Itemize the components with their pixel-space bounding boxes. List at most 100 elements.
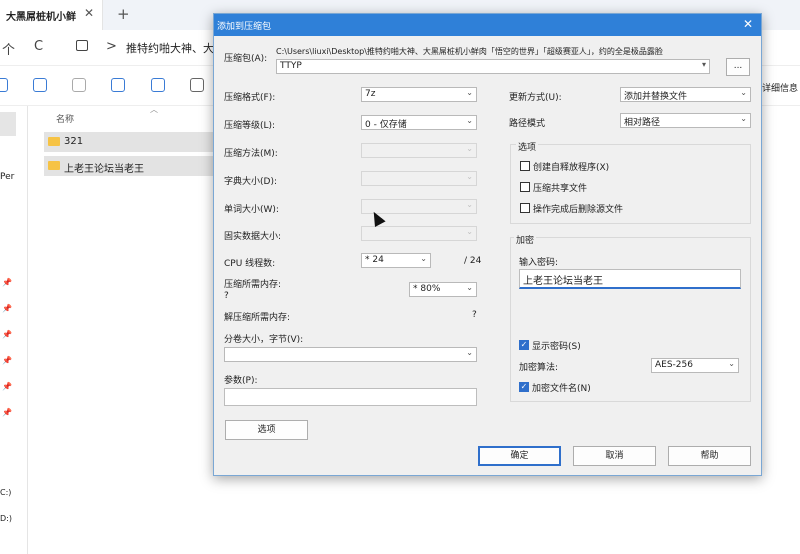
encrypt-names-checkbox[interactable]: ✓ bbox=[519, 382, 529, 392]
update-label: 更新方式(U): bbox=[509, 93, 562, 103]
chevron-down-icon: ⌄ bbox=[466, 172, 473, 181]
format-label: 压缩格式(F): bbox=[224, 93, 276, 103]
nav-selected-item[interactable] bbox=[0, 112, 16, 136]
cpu-value: * 24 bbox=[365, 255, 384, 265]
details-pane-button[interactable]: 详细信息 bbox=[762, 81, 798, 94]
method-label: 压缩方法(M): bbox=[224, 149, 278, 159]
encrypt-method-label: 加密算法: bbox=[519, 363, 559, 373]
copy-icon[interactable] bbox=[33, 78, 47, 92]
explorer-tab-title: 大黑屌桩机小鲜 bbox=[6, 12, 76, 23]
encrypt-method-value: AES-256 bbox=[655, 360, 693, 370]
pin-icon: 📌 bbox=[2, 382, 12, 391]
mem-decompress-label: 解压缩所需内存: bbox=[224, 313, 291, 323]
show-password-checkbox[interactable]: ✓ bbox=[519, 340, 529, 350]
update-value: 添加并替换文件 bbox=[624, 92, 688, 102]
sort-arrow-icon: ︿ bbox=[150, 105, 158, 114]
chevron-down-icon[interactable]: ▾ bbox=[702, 60, 706, 69]
pin-icon: 📌 bbox=[2, 278, 12, 287]
mem-compress-label: 压缩所需内存: bbox=[224, 280, 282, 290]
folder-icon bbox=[48, 137, 60, 146]
archive-name-combo[interactable]: TTYP ▾ bbox=[276, 59, 710, 74]
chevron-down-icon[interactable]: ⌄ bbox=[740, 88, 747, 97]
cut-icon[interactable] bbox=[0, 78, 8, 92]
cpu-label: CPU 线程数: bbox=[224, 259, 276, 269]
chevron-down-icon[interactable]: ⌄ bbox=[466, 348, 473, 357]
list-item[interactable]: 上老王论坛当老王 bbox=[44, 156, 219, 176]
level-select[interactable]: 0 - 仅存储 ⌄ bbox=[361, 115, 477, 130]
breadcrumb-path[interactable]: 推特约啪大神、大 bbox=[126, 40, 216, 56]
archive-path: C:\Users\liuxi\Desktop\推特约啪大神、大黑屌桩机小鲜肉「悟… bbox=[276, 47, 663, 56]
monitor-icon[interactable] bbox=[76, 40, 88, 51]
method-select: ⌄ bbox=[361, 143, 477, 158]
format-select[interactable]: 7z ⌄ bbox=[361, 87, 477, 102]
sfx-label[interactable]: 创建自释放程序(X) bbox=[533, 160, 609, 173]
level-value: 0 - 仅存储 bbox=[365, 120, 407, 130]
rename-icon[interactable] bbox=[111, 78, 125, 92]
share-icon[interactable] bbox=[151, 78, 165, 92]
mem-percent-value: * 80% bbox=[413, 284, 441, 294]
new-tab-icon[interactable]: + bbox=[117, 5, 130, 23]
encrypt-names-label[interactable]: 加密文件名(N) bbox=[532, 381, 591, 394]
cpu-select[interactable]: * 24 ⌄ bbox=[361, 253, 431, 268]
drive-c-label[interactable]: C:) bbox=[0, 488, 11, 497]
paste-icon[interactable] bbox=[72, 78, 86, 92]
mem-percent-select[interactable]: * 80% ⌄ bbox=[409, 282, 477, 297]
file-name: 上老王论坛当老王 bbox=[64, 164, 144, 175]
folder-icon bbox=[48, 161, 60, 170]
params-label: 参数(P): bbox=[224, 376, 258, 386]
delete-after-checkbox[interactable] bbox=[520, 203, 530, 213]
browse-button[interactable]: ... bbox=[726, 58, 750, 76]
shared-checkbox[interactable] bbox=[520, 182, 530, 192]
split-size-combo[interactable]: ⌄ bbox=[224, 347, 477, 362]
format-value: 7z bbox=[365, 89, 376, 99]
path-mode-label: 路径模式 bbox=[509, 119, 546, 129]
archive-label: 压缩包(A): bbox=[224, 54, 268, 64]
options-group-title: 选项 bbox=[516, 140, 539, 153]
dialog-titlebar[interactable]: 添加到压缩包 ✕ bbox=[214, 14, 761, 36]
explorer-tab[interactable]: 大黑屌桩机小鲜 ✕ bbox=[0, 0, 103, 30]
mem-compress-value: ? bbox=[224, 291, 229, 301]
shared-label[interactable]: 压缩共享文件 bbox=[533, 181, 587, 194]
delete-icon[interactable] bbox=[190, 78, 204, 92]
show-password-label[interactable]: 显示密码(S) bbox=[532, 339, 581, 352]
chevron-down-icon[interactable]: ⌄ bbox=[740, 114, 747, 123]
sfx-checkbox[interactable] bbox=[520, 161, 530, 171]
cpu-total: / 24 bbox=[464, 256, 482, 266]
options-button[interactable]: 选项 bbox=[225, 420, 308, 440]
solid-select: ⌄ bbox=[361, 226, 477, 241]
password-input[interactable]: 上老王论坛当老王 bbox=[519, 269, 741, 289]
params-input[interactable] bbox=[224, 388, 477, 406]
chevron-down-icon[interactable]: ⌄ bbox=[466, 88, 473, 97]
path-mode-select[interactable]: 相对路径 ⌄ bbox=[620, 113, 751, 128]
tab-close-icon[interactable]: ✕ bbox=[84, 6, 94, 20]
file-name: 321 bbox=[64, 136, 84, 147]
level-label: 压缩等级(L): bbox=[224, 121, 276, 131]
chevron-down-icon: ⌄ bbox=[466, 200, 473, 209]
chevron-down-icon[interactable]: ⌄ bbox=[466, 116, 473, 125]
dict-select: ⌄ bbox=[361, 171, 477, 186]
encrypt-method-select[interactable]: AES-256 ⌄ bbox=[651, 358, 739, 373]
nav-item-partial[interactable]: Per bbox=[0, 172, 14, 182]
cancel-button[interactable]: 取消 bbox=[573, 446, 656, 466]
breadcrumb-chevron-icon: > bbox=[106, 39, 117, 54]
ok-button[interactable]: 确定 bbox=[478, 446, 561, 466]
column-header-name[interactable]: 名称 bbox=[56, 112, 74, 125]
word-label: 单词大小(W): bbox=[224, 205, 279, 215]
chevron-down-icon[interactable]: ⌄ bbox=[466, 283, 473, 292]
pin-icon: 📌 bbox=[2, 408, 12, 417]
delete-after-label[interactable]: 操作完成后删除源文件 bbox=[533, 202, 623, 215]
chevron-down-icon: ⌄ bbox=[466, 227, 473, 236]
solid-label: 固实数据大小: bbox=[224, 232, 282, 242]
help-button[interactable]: 帮助 bbox=[668, 446, 751, 466]
update-select[interactable]: 添加并替换文件 ⌄ bbox=[620, 87, 751, 102]
up-icon[interactable]: 个 bbox=[2, 39, 15, 58]
list-item[interactable]: 321 bbox=[44, 132, 219, 152]
chevron-down-icon[interactable]: ⌄ bbox=[420, 254, 427, 263]
password-label: 输入密码: bbox=[519, 258, 559, 268]
split-label: 分卷大小，字节(V): bbox=[224, 335, 304, 345]
drive-d-label[interactable]: D:) bbox=[0, 514, 12, 523]
path-mode-value: 相对路径 bbox=[624, 118, 661, 128]
refresh-icon[interactable]: C bbox=[34, 39, 43, 54]
chevron-down-icon[interactable]: ⌄ bbox=[728, 359, 735, 368]
close-icon[interactable]: ✕ bbox=[743, 17, 753, 31]
